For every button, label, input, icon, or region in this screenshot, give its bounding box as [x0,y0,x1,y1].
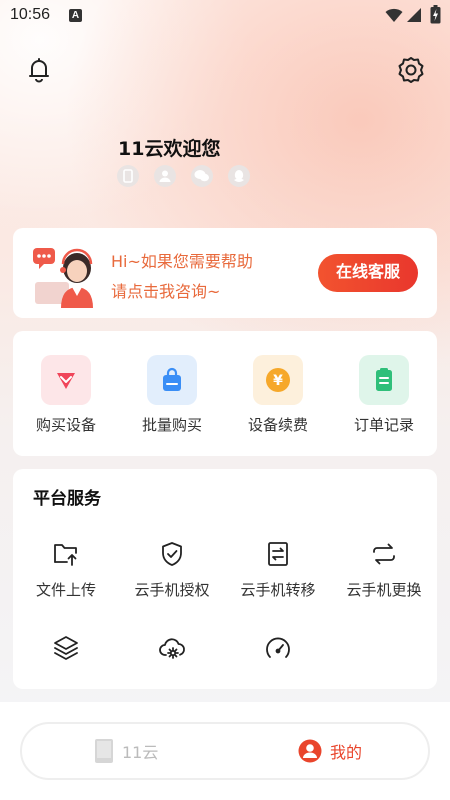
user-icon[interactable] [154,165,176,187]
customer-service-avatar [31,238,103,310]
wechat-icon[interactable] [191,165,213,187]
account-binding-icons [117,165,250,187]
service-label: 云手机更换 [346,581,422,599]
speedometer-icon [263,633,293,663]
bottom-tab-bar: 11云 我的 [20,722,430,780]
transfer-icon [263,539,293,569]
quick-action-label: 设备续费 [247,416,308,434]
tab-cloud-label: 11云 [122,743,159,762]
gear-icon[interactable] [397,56,425,84]
folder-upload-icon [51,539,81,569]
tab-cloud[interactable]: 11云 [94,724,158,778]
quick-actions-card: 购买设备 批量购买 ¥ 设备续费 订单记录 [13,331,437,456]
status-bar: 10:56 A [0,0,450,32]
status-time: 10:56 [10,6,51,23]
svg-text:¥: ¥ [273,373,283,389]
service-cloud-settings[interactable] [119,633,225,663]
service-label: 云手机转移 [240,581,316,599]
quick-action-bulk-buy[interactable]: 批量购买 [119,355,225,435]
shopping-bag-icon [147,355,197,405]
quick-action-label: 订单记录 [353,416,414,434]
welcome-greeting: 11云欢迎您 [118,138,221,160]
cloud-settings-icon [157,633,187,663]
quick-action-label: 批量购买 [141,416,202,434]
profile-icon [298,739,322,763]
battery-icon [430,5,441,24]
help-banner: Hi~如果您需要帮助 请点击我咨询~ 在线客服 [13,228,437,318]
quick-action-buy-device[interactable]: 购买设备 [13,355,119,435]
quick-action-renew-device[interactable]: ¥ 设备续费 [225,355,331,435]
signal-icon [407,8,421,22]
order-clipboard-icon [359,355,409,405]
section-title: 平台服务 [33,489,101,509]
service-layers[interactable] [13,633,119,663]
wifi-icon [385,8,403,22]
platform-services-card: 平台服务 文件上传 云手机授权 云手机转移 云手机更换 [13,469,437,689]
service-label: 云手机授权 [134,581,210,599]
service-speed[interactable] [225,633,331,663]
tab-mine[interactable]: 我的 [298,724,362,778]
service-label: 文件上传 [35,581,96,599]
shield-check-icon [157,539,187,569]
qq-icon[interactable] [228,165,250,187]
swap-icon [369,539,399,569]
service-replace[interactable]: 云手机更换 [331,539,437,600]
bell-icon[interactable] [25,56,53,84]
notification-a-icon: A [69,9,82,22]
phone-icon[interactable] [117,165,139,187]
service-authorize[interactable]: 云手机授权 [119,539,225,600]
tab-mine-label: 我的 [330,743,363,762]
service-file-upload[interactable]: 文件上传 [13,539,119,600]
layers-icon [51,633,81,663]
quick-action-label: 购买设备 [35,416,96,434]
buy-device-icon [41,355,91,405]
yen-coin-icon: ¥ [253,355,303,405]
help-text-line1: Hi~如果您需要帮助 [111,252,253,271]
help-text-line2: 请点击我咨询~ [111,282,221,301]
service-transfer[interactable]: 云手机转移 [225,539,331,600]
quick-action-order-records[interactable]: 订单记录 [331,355,437,435]
cloud-phone-icon [95,739,113,763]
online-service-button[interactable]: 在线客服 [318,254,418,292]
